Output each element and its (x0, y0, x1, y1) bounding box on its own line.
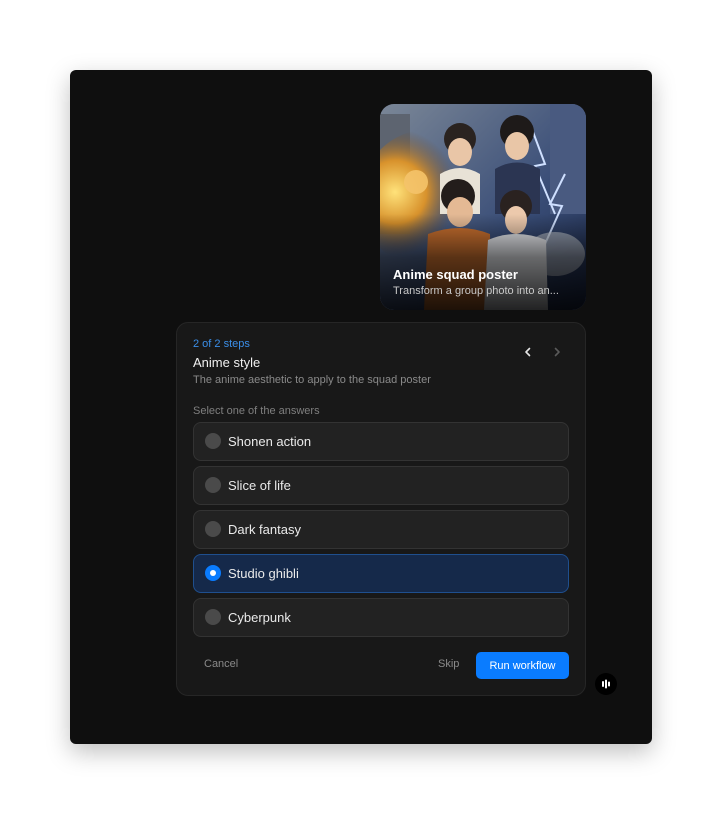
option-label: Dark fantasy (228, 522, 301, 537)
card-title: Anime squad poster (393, 267, 518, 282)
option-label: Studio ghibli (228, 566, 299, 581)
radio-button[interactable] (205, 477, 221, 493)
option-studio-ghibli[interactable]: Studio ghibli (193, 554, 569, 593)
question-description: The anime aesthetic to apply to the squa… (193, 374, 431, 386)
radio-button-checked[interactable] (205, 565, 221, 581)
audio-bars-icon (602, 679, 610, 689)
skip-button[interactable]: Skip (438, 658, 459, 670)
option-shonen-action[interactable]: Shonen action (193, 422, 569, 461)
answer-options: Shonen action Slice of life Dark fantasy… (193, 422, 569, 642)
radio-button[interactable] (205, 433, 221, 449)
voice-assistant-button[interactable] (595, 673, 617, 695)
option-label: Slice of life (228, 478, 291, 493)
radio-button[interactable] (205, 609, 221, 625)
radio-button[interactable] (205, 521, 221, 537)
step-indicator: 2 of 2 steps (193, 338, 250, 350)
previous-step-button[interactable] (519, 343, 537, 361)
run-workflow-button[interactable]: Run workflow (476, 652, 569, 679)
select-instruction: Select one of the answers (193, 405, 320, 417)
option-label: Shonen action (228, 434, 312, 449)
cancel-button[interactable]: Cancel (204, 658, 238, 670)
card-subtitle: Transform a group photo into an... (393, 285, 559, 297)
chevron-left-icon (525, 347, 531, 357)
option-cyberpunk[interactable]: Cyberpunk (193, 598, 569, 637)
option-slice-of-life[interactable]: Slice of life (193, 466, 569, 505)
chevron-right-icon (554, 347, 560, 357)
question-title: Anime style (193, 355, 261, 370)
option-dark-fantasy[interactable]: Dark fantasy (193, 510, 569, 549)
app-window: Anime squad poster Transform a group pho… (70, 70, 652, 744)
next-step-button[interactable] (548, 343, 566, 361)
workflow-card[interactable]: Anime squad poster Transform a group pho… (380, 104, 586, 310)
question-panel: 2 of 2 steps Anime style The anime aesth… (176, 322, 586, 696)
option-label: Cyberpunk (228, 610, 291, 625)
